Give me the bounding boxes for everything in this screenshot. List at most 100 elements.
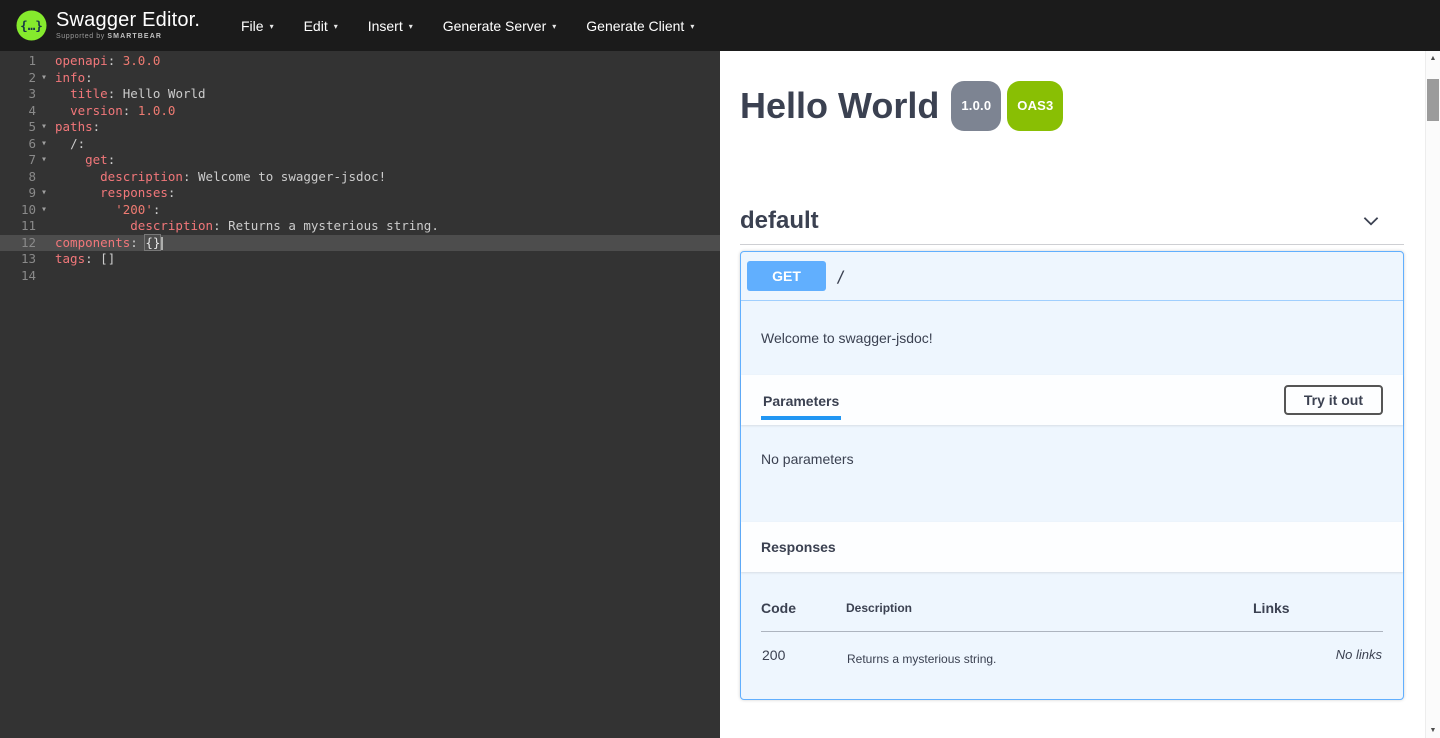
fold-caret-icon[interactable]: ▾ (41, 202, 47, 219)
tab-parameters[interactable]: Parameters (761, 393, 841, 420)
line-number[interactable]: 14 (0, 268, 47, 285)
parameters-body: No parameters (741, 425, 1403, 522)
tag-section-default[interactable]: default (740, 204, 1404, 245)
code-line-text[interactable]: title: Hello World (47, 86, 206, 103)
swagger-logo-icon: {…} (16, 10, 47, 41)
menu-file[interactable]: File ▾ (226, 0, 289, 51)
try-it-out-button[interactable]: Try it out (1284, 385, 1383, 415)
scrollbar-thumb[interactable] (1427, 79, 1439, 121)
menu-insert[interactable]: Insert ▾ (353, 0, 428, 51)
scrollbar-up-arrow-icon[interactable]: ▲ (1426, 51, 1440, 66)
code-line-text[interactable]: paths: (47, 119, 100, 136)
menu-generate-client[interactable]: Generate Client ▾ (571, 0, 709, 51)
line-number[interactable]: 13 (0, 251, 47, 268)
response-code: 200 (761, 632, 846, 668)
menu-generate-client-label: Generate Client (586, 18, 684, 34)
responses-header-row: Code Description Links (761, 600, 1383, 632)
line-number[interactable]: 9▾ (0, 185, 47, 202)
line-number[interactable]: 6▾ (0, 136, 47, 153)
caret-down-icon: ▾ (409, 22, 413, 31)
code-line-text[interactable]: get: (47, 152, 115, 169)
line-number[interactable]: 3 (0, 86, 47, 103)
code-line[interactable]: 6▾ /: (0, 136, 720, 153)
line-number[interactable]: 7▾ (0, 152, 47, 169)
get-method-badge: GET (747, 261, 826, 291)
responses-body: Code Description Links 200 Returns a mys… (741, 572, 1403, 699)
operation-description: Welcome to swagger-jsdoc! (741, 301, 1403, 375)
col-header-description: Description (846, 600, 1253, 632)
line-number[interactable]: 5▾ (0, 119, 47, 136)
parameters-header: Parameters Try it out (741, 375, 1403, 425)
code-line-text[interactable]: components: {} (47, 235, 163, 252)
responses-header: Responses (741, 522, 1403, 572)
code-line[interactable]: 5▾paths: (0, 119, 720, 136)
operation-path: / (836, 267, 846, 286)
code-line[interactable]: 2▾info: (0, 70, 720, 87)
menu-file-label: File (241, 18, 264, 34)
code-line-text[interactable] (47, 268, 55, 285)
brand-title: Swagger Editor. (56, 10, 200, 31)
version-badge: 1.0.0 (951, 81, 1001, 131)
operation-description-text: Welcome to swagger-jsdoc! (761, 330, 1383, 346)
fold-caret-icon[interactable]: ▾ (41, 70, 47, 87)
line-number[interactable]: 11 (0, 218, 47, 235)
line-number[interactable]: 2▾ (0, 70, 47, 87)
swagger-editor-brand: {…} Swagger Editor. Supported by SMARTBE… (16, 10, 204, 41)
text-cursor (161, 237, 163, 250)
smartbear-label: SMARTBEAR (107, 33, 162, 40)
code-line[interactable]: 11 description: Returns a mysterious str… (0, 218, 720, 235)
code-line-text[interactable]: version: 1.0.0 (47, 103, 175, 120)
code-line-text[interactable]: description: Welcome to swagger-jsdoc! (47, 169, 386, 186)
code-line[interactable]: 4 version: 1.0.0 (0, 103, 720, 120)
responses-title: Responses (761, 539, 836, 555)
menu-generate-server[interactable]: Generate Server ▾ (428, 0, 572, 51)
scrollbar[interactable]: ▲ ▼ (1425, 51, 1440, 738)
fold-caret-icon[interactable]: ▾ (41, 119, 47, 136)
responses-table: Code Description Links 200 Returns a mys… (761, 600, 1383, 667)
code-line[interactable]: 7▾ get: (0, 152, 720, 169)
chevron-down-icon[interactable] (1360, 210, 1382, 232)
code-line[interactable]: 14 (0, 268, 720, 285)
code-line-text[interactable]: /: (47, 136, 85, 153)
code-line-text[interactable]: info: (47, 70, 93, 87)
response-links: No links (1253, 632, 1383, 668)
code-editor-pane[interactable]: 1openapi: 3.0.02▾info:3 title: Hello Wor… (0, 51, 720, 738)
code-line-text[interactable]: openapi: 3.0.0 (47, 53, 160, 70)
code-line[interactable]: 10▾ '200': (0, 202, 720, 219)
code-line-text[interactable]: responses: (47, 185, 175, 202)
code-line[interactable]: 12components: {} (0, 235, 720, 252)
caret-down-icon: ▾ (334, 22, 338, 31)
code-line[interactable]: 3 title: Hello World (0, 86, 720, 103)
no-parameters-text: No parameters (761, 451, 854, 467)
api-docs-pane: Hello World1.0.0OAS3 default GET / Welco… (720, 51, 1440, 738)
menubar: File ▾ Edit ▾ Insert ▾ Generate Server ▾… (226, 0, 709, 51)
tagline-prefix: Supported by (56, 33, 105, 40)
line-number[interactable]: 8 (0, 169, 47, 186)
code-line-text[interactable]: tags: [] (47, 251, 115, 268)
svg-text:{…}: {…} (20, 18, 43, 33)
opblock-get: GET / Welcome to swagger-jsdoc! Paramete… (740, 251, 1404, 700)
fold-caret-icon[interactable]: ▾ (41, 152, 47, 169)
line-number[interactable]: 4 (0, 103, 47, 120)
scrollbar-down-arrow-icon[interactable]: ▼ (1426, 723, 1440, 738)
fold-caret-icon[interactable]: ▾ (41, 136, 47, 153)
code-line[interactable]: 9▾ responses: (0, 185, 720, 202)
tag-title: default (740, 208, 819, 234)
opblock-summary[interactable]: GET / (741, 252, 1403, 301)
code-line[interactable]: 1openapi: 3.0.0 (0, 53, 720, 70)
menu-edit[interactable]: Edit ▾ (289, 0, 353, 51)
caret-down-icon: ▾ (690, 22, 694, 31)
menu-edit-label: Edit (304, 18, 328, 34)
oas3-badge: OAS3 (1007, 81, 1063, 131)
fold-caret-icon[interactable]: ▾ (41, 185, 47, 202)
code-line[interactable]: 8 description: Welcome to swagger-jsdoc! (0, 169, 720, 186)
line-number[interactable]: 1 (0, 53, 47, 70)
response-row-200: 200 Returns a mysterious string. No link… (761, 632, 1383, 668)
line-number[interactable]: 12 (0, 235, 47, 252)
code-line-text[interactable]: description: Returns a mysterious string… (47, 218, 439, 235)
line-number[interactable]: 10▾ (0, 202, 47, 219)
code-line[interactable]: 13tags: [] (0, 251, 720, 268)
main-split: 1openapi: 3.0.02▾info:3 title: Hello Wor… (0, 51, 1440, 738)
col-header-links: Links (1253, 600, 1383, 632)
code-line-text[interactable]: '200': (47, 202, 160, 219)
